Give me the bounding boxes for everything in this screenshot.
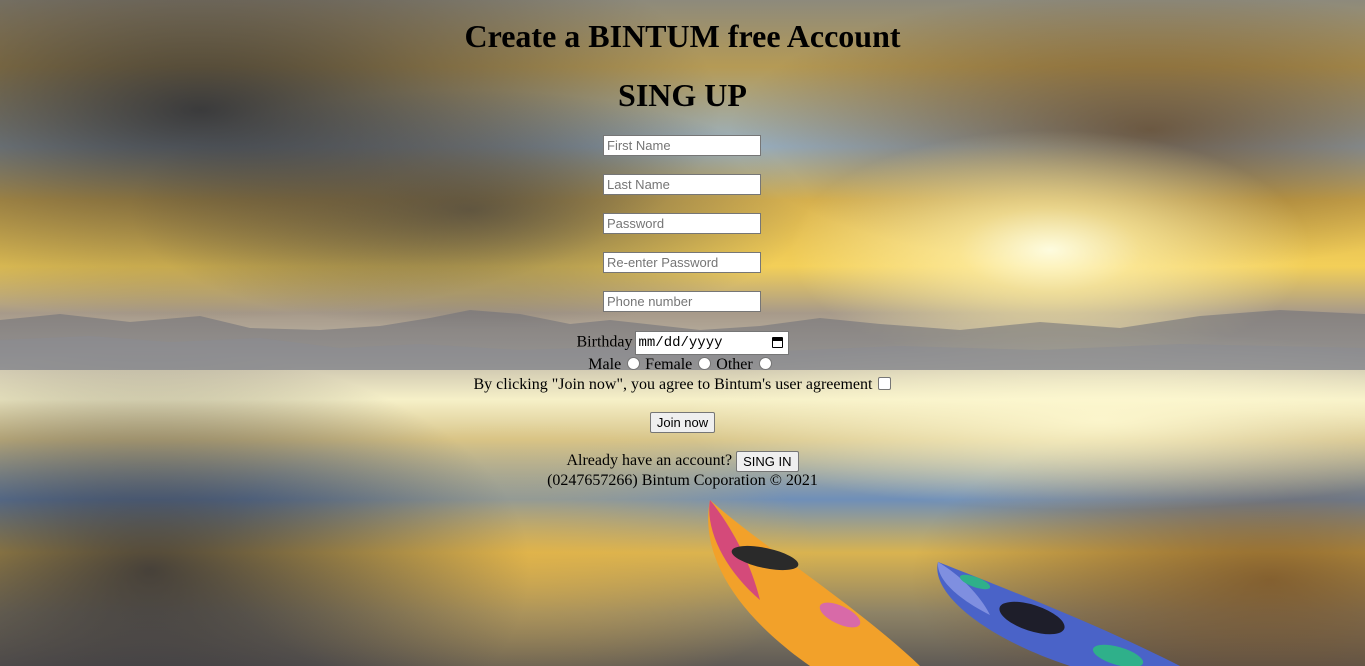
signin-row: Already have an account? SING IN	[0, 451, 1365, 472]
join-row: Join now	[0, 412, 1365, 433]
last-name-input[interactable]	[603, 174, 761, 195]
birthday-date-input[interactable]: mm/dd/yyyy	[634, 331, 789, 355]
signin-prompt: Already have an account?	[566, 452, 733, 470]
first-name-input[interactable]	[603, 135, 761, 156]
calendar-icon[interactable]	[771, 337, 783, 348]
gender-female-radio[interactable]	[698, 357, 712, 371]
gender-male-radio[interactable]	[627, 357, 641, 371]
copyright-text: (0247657266) Bintum Coporation © 2021	[547, 472, 818, 489]
sign-in-button[interactable]: SING IN	[736, 451, 799, 472]
page-title: Create a BINTUM free Account	[464, 18, 901, 54]
signup-heading: SING UP	[618, 77, 747, 113]
birthday-label: Birthday	[576, 333, 633, 351]
agreement-row: By clicking "Join now", you agree to Bin…	[0, 375, 1365, 395]
copyright-row: (0247657266) Bintum Coporation © 2021	[0, 471, 1365, 491]
phone-number-input[interactable]	[603, 291, 761, 312]
birthday-date-value: mm/dd/yyyy	[638, 335, 723, 351]
password-input[interactable]	[603, 213, 761, 234]
gender-female-label: Female	[645, 356, 693, 373]
gender-other-label: Other	[716, 356, 753, 373]
background-kayaks	[708, 500, 1180, 666]
join-now-button[interactable]: Join now	[649, 412, 716, 433]
gender-other-radio[interactable]	[758, 357, 772, 371]
gender-male-label: Male	[588, 356, 622, 373]
agreement-text: By clicking "Join now", you agree to Bin…	[473, 376, 873, 393]
agreement-checkbox[interactable]	[878, 377, 892, 391]
reenter-password-input[interactable]	[603, 252, 761, 273]
birthday-row: Birthday mm/dd/yyyy	[0, 331, 1365, 355]
gender-row: Male Female Other	[0, 355, 1365, 375]
